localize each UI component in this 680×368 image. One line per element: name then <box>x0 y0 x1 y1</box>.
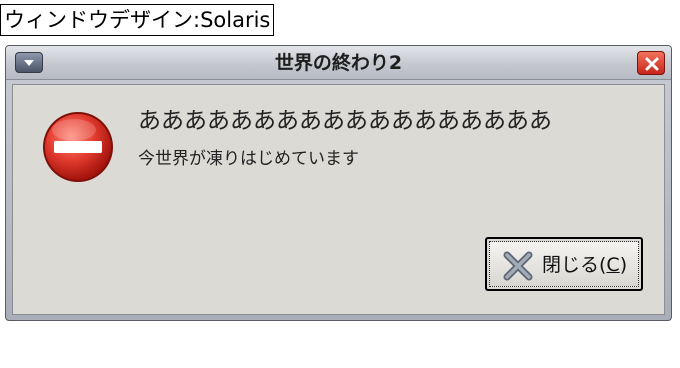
secondary-message: 今世界が凍りはじめています <box>138 149 359 169</box>
caption-label: ウィンドウデザイン:Solaris <box>0 4 275 36</box>
title-bar[interactable]: 世界の終わり2 <box>6 46 671 80</box>
dialog-window: 世界の終わり2 ああああああああああああああああああ 今世界が凍りはじめています <box>5 45 672 321</box>
window-close-button[interactable] <box>637 51 665 75</box>
window-title: 世界の終わり2 <box>274 52 403 74</box>
dialog-content: ああああああああああああああああああ 今世界が凍りはじめています 閉じる(C) <box>12 84 665 315</box>
close-icon <box>503 251 533 281</box>
stop-icon <box>43 112 113 182</box>
close-dialog-button[interactable]: 閉じる(C) <box>485 237 643 291</box>
primary-message: ああああああああああああああああああ <box>138 108 552 134</box>
close-icon <box>645 57 659 71</box>
close-dialog-button-label: 閉じる(C) <box>542 254 628 276</box>
